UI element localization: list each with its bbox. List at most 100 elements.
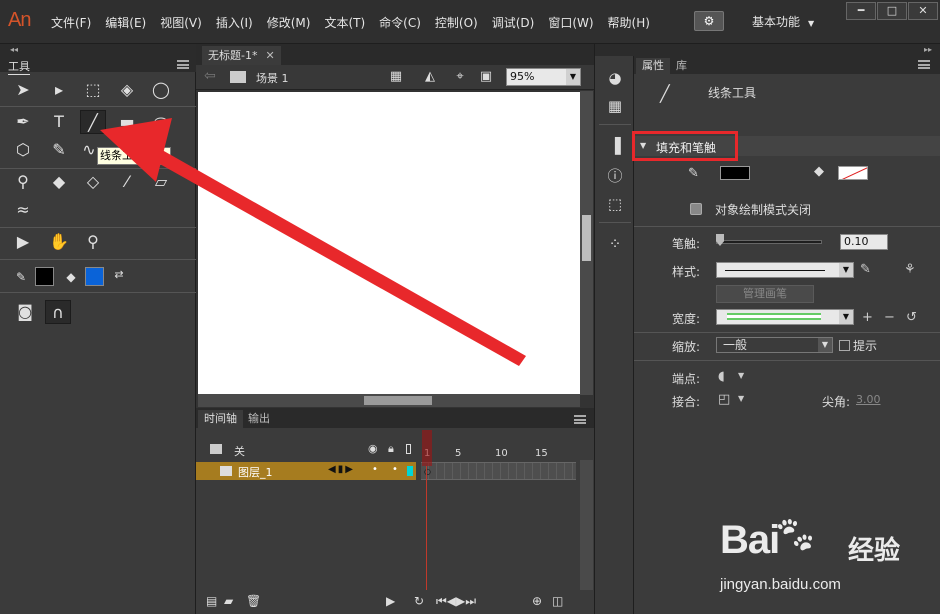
bone-tool-icon[interactable]: ⚲ <box>10 170 36 194</box>
menu-modify[interactable]: 修改(M) <box>260 14 318 31</box>
sync-settings-button[interactable]: ⚙ <box>694 11 724 31</box>
subselection-tool-icon[interactable]: ▸ <box>46 78 72 102</box>
workspace-switcher[interactable]: 基本功能 ▼ <box>752 13 814 30</box>
reset-icon[interactable]: ↺ <box>906 310 917 325</box>
text-tool-icon[interactable]: T <box>46 110 72 134</box>
layer-visibility-dot[interactable]: • <box>372 464 378 475</box>
menu-control[interactable]: 控制(O) <box>428 14 485 31</box>
paint-bucket-tool-icon[interactable]: ◆ <box>46 170 72 194</box>
join-style-icon[interactable]: ◰ <box>718 392 730 407</box>
clip-stage-icon[interactable]: ▣ <box>478 70 494 84</box>
edit-style-icon[interactable]: ✎ <box>860 262 871 277</box>
3d-rotation-tool-icon[interactable]: ◈ <box>114 78 140 102</box>
color-panel-icon[interactable]: ◕ <box>605 68 625 88</box>
maximize-button[interactable]: □ <box>877 2 907 20</box>
eye-icon[interactable]: ◉ <box>368 442 378 455</box>
collapse-icon[interactable] <box>595 44 635 56</box>
stroke-slider[interactable] <box>716 240 822 244</box>
playhead-handle[interactable] <box>422 430 432 466</box>
eraser-tool-icon[interactable]: ▱ <box>148 170 174 194</box>
layer-row[interactable]: 图层_1 ◀▮▶ • • <box>196 462 416 480</box>
manage-brush-button[interactable]: 管理画笔 <box>716 285 814 303</box>
menu-window[interactable]: 窗口(W) <box>541 14 600 31</box>
center-stage-icon[interactable]: ⌖ <box>452 70 468 84</box>
timeline-scrollbar[interactable] <box>580 460 593 590</box>
close-tab-icon[interactable]: ✕ <box>265 49 274 62</box>
fill-color-swatch[interactable] <box>85 267 104 286</box>
cap-style-icon[interactable]: ◖ <box>718 369 725 384</box>
delete-icon[interactable]: 🗑︎ <box>246 594 261 608</box>
remove-width-icon[interactable]: − <box>884 310 895 325</box>
style-select[interactable]: ▼ <box>716 262 854 278</box>
camera-tool-icon[interactable]: ▶ <box>10 230 36 254</box>
scrollbar-thumb[interactable] <box>364 396 432 405</box>
menu-debug[interactable]: 调试(D) <box>485 14 542 31</box>
width-profile-select[interactable]: ▼ <box>716 309 854 325</box>
width-tool-icon[interactable]: ≈ <box>10 198 36 222</box>
collapse-icon[interactable]: ◂◂ <box>0 44 196 56</box>
ink-bottle-tool-icon[interactable]: ◇ <box>80 170 106 194</box>
object-draw-toggle[interactable] <box>690 203 702 215</box>
tab-output[interactable]: 输出 <box>242 410 276 428</box>
layer-color-icon[interactable] <box>407 466 413 476</box>
stroke-color-swatch[interactable] <box>720 166 750 180</box>
add-width-icon[interactable]: + <box>862 310 873 325</box>
keyframe-nav-icon[interactable]: ◀▮▶ <box>328 464 355 475</box>
eyedropper-tool-icon[interactable]: ⁄ <box>114 170 140 194</box>
pencil-tool-icon[interactable]: ✎ <box>46 138 72 162</box>
pen-tool-icon[interactable]: ✒ <box>10 110 36 134</box>
playback-controls-icon[interactable]: ⏮◀▶⏭ <box>436 594 476 609</box>
panel-menu-icon[interactable] <box>177 60 189 69</box>
chevron-down-icon[interactable]: ▼ <box>738 371 744 380</box>
document-tab[interactable]: 无标题-1* ✕ <box>202 46 281 65</box>
playhead[interactable] <box>422 430 432 596</box>
hint-checkbox[interactable] <box>839 340 850 351</box>
new-folder-icon[interactable]: ▰ <box>224 594 233 608</box>
miter-value[interactable]: 3.00 <box>856 393 881 406</box>
swap-colors-icon[interactable]: ⇄ <box>106 263 132 287</box>
minimize-button[interactable]: ━ <box>846 2 876 20</box>
menu-file[interactable]: 文件(F) <box>44 14 98 31</box>
new-layer-icon[interactable]: ▤ <box>206 594 217 608</box>
menu-insert[interactable]: 插入(I) <box>209 14 260 31</box>
scale-select[interactable]: 一般 ▼ <box>716 337 833 353</box>
loop-icon[interactable]: ↻ <box>414 594 424 608</box>
oval-tool-icon[interactable]: ⬭ <box>148 110 174 134</box>
tab-properties[interactable]: 属性 <box>636 58 670 74</box>
polystar-tool-icon[interactable]: ⬡ <box>10 138 36 162</box>
rectangle-tool-icon[interactable]: ▬ <box>114 110 140 134</box>
snap-to-objects-icon[interactable]: ∩ <box>45 300 71 324</box>
tab-library[interactable]: 库 <box>670 58 693 74</box>
edit-scene-icon[interactable]: ▦ <box>388 70 404 84</box>
fill-color-swatch[interactable] <box>838 166 868 180</box>
menu-view[interactable]: 视图(V) <box>153 14 209 31</box>
free-transform-tool-icon[interactable]: ⬚ <box>80 78 106 102</box>
lock-icon[interactable]: 🔒︎ <box>388 442 394 456</box>
stage-canvas[interactable] <box>198 92 580 394</box>
scrollbar-thumb[interactable] <box>582 215 591 261</box>
horizontal-scrollbar[interactable] <box>198 394 580 407</box>
menu-commands[interactable]: 命令(C) <box>372 14 428 31</box>
back-arrow-icon[interactable]: ⇦ <box>204 68 216 84</box>
close-window-button[interactable]: ✕ <box>908 2 938 20</box>
info-icon[interactable]: ⓘ <box>605 166 625 186</box>
align-icon[interactable]: ▐ <box>605 136 625 156</box>
center-frame-icon[interactable]: ⊕ <box>532 594 542 608</box>
zoom-select[interactable]: 95% ▼ <box>506 68 581 86</box>
hand-tool-icon[interactable]: ✋ <box>46 230 72 254</box>
stroke-slider-knob[interactable] <box>716 234 724 246</box>
brush-library-icon[interactable]: ⚘ <box>904 262 916 277</box>
camera-icon[interactable]: ▶ <box>386 594 395 608</box>
line-tool-icon[interactable]: ╱ <box>80 110 106 134</box>
menu-edit[interactable]: 编辑(E) <box>98 14 153 31</box>
panel-menu-icon[interactable] <box>574 415 586 424</box>
edit-symbols-icon[interactable]: ◭ <box>422 70 438 84</box>
swatches-icon[interactable]: ▦ <box>605 96 625 116</box>
fill-stroke-section-header[interactable]: ▼ 填充和笔触 <box>632 131 940 161</box>
object-drawing-icon[interactable]: ◙ <box>12 300 38 324</box>
components-icon[interactable]: ⁘ <box>605 234 625 254</box>
vertical-scrollbar[interactable] <box>580 91 593 395</box>
frame-grid[interactable] <box>421 462 576 480</box>
transform-icon[interactable]: ⬚ <box>605 194 625 214</box>
menu-help[interactable]: 帮助(H) <box>601 14 657 31</box>
